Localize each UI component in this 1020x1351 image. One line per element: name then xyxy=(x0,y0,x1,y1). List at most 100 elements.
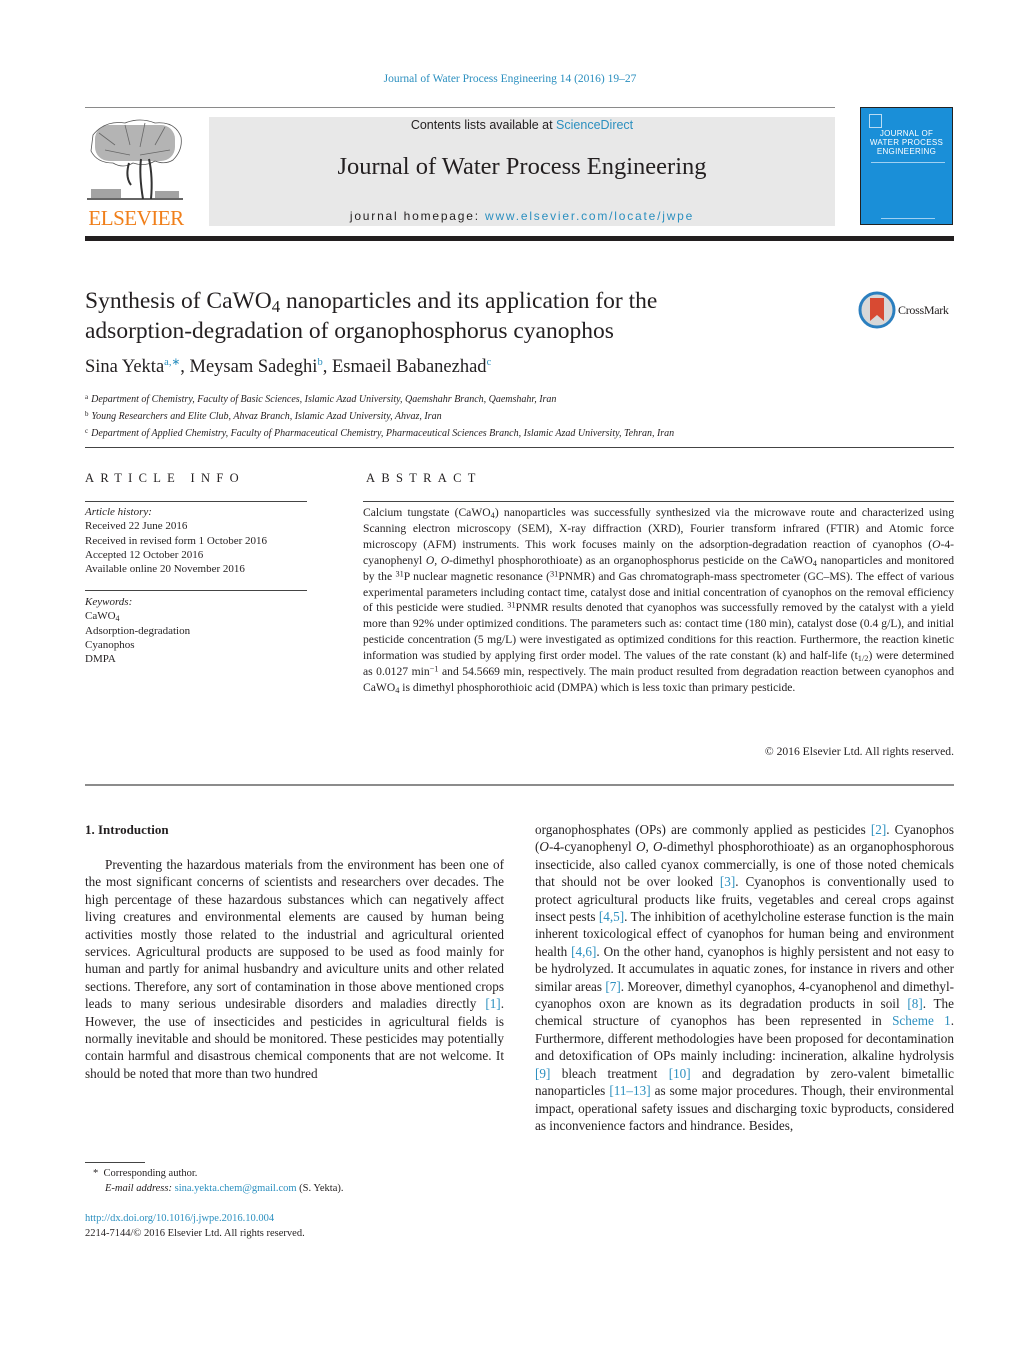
citation-link[interactable]: [7] xyxy=(605,979,620,994)
cover-title-line: WATER PROCESS xyxy=(869,138,944,147)
keyword-item: DMPA xyxy=(85,653,116,666)
scheme-link[interactable]: Scheme 1 xyxy=(892,1013,951,1028)
section-heading-introduction: 1. Introduction xyxy=(85,822,169,837)
citation-link[interactable]: [1] xyxy=(485,996,500,1011)
author-name: Meysam Sadeghi xyxy=(189,357,318,377)
citation-link[interactable]: [3] xyxy=(720,874,735,889)
keyword-list: Keywords: CaWO4 Adsorption-degradation C… xyxy=(85,595,190,666)
author-name: Sina Yekta xyxy=(85,357,165,377)
cover-title: JOURNAL OF WATER PROCESS ENGINEERING xyxy=(861,129,952,156)
elsevier-tree-icon xyxy=(87,119,183,200)
title-text: nanoparticles and its application for th… xyxy=(280,288,658,314)
abstract-text: Calcium tungstate (CaWO xyxy=(363,506,491,519)
cover-title-line: JOURNAL OF xyxy=(879,129,934,138)
abstract-divider xyxy=(363,501,954,502)
cover-title-line: ENGINEERING xyxy=(876,147,937,156)
affiliation-text: Department of Chemistry, Faculty of Basi… xyxy=(91,394,557,405)
journal-masthead: Contents lists available at ScienceDirec… xyxy=(209,117,835,226)
affiliation-key: a xyxy=(85,393,89,401)
superscript: 31 xyxy=(507,600,516,610)
cover-divider xyxy=(881,218,935,219)
abstract-italic: O, O xyxy=(425,553,450,567)
affiliation-key: b xyxy=(85,410,89,418)
title-divider xyxy=(85,447,954,448)
author-affiliation-marker[interactable]: c xyxy=(487,357,492,368)
article-info-divider xyxy=(85,590,307,591)
contents-availability: Contents lists available at ScienceDirec… xyxy=(209,118,835,132)
crossmark-icon xyxy=(858,291,896,329)
body-column-right: organophosphates (OPs) are commonly appl… xyxy=(535,821,954,1134)
affiliation-text: Department of Applied Chemistry, Faculty… xyxy=(91,428,675,439)
affiliation-text: Young Researchers and Elite Club, Ahvaz … xyxy=(91,411,442,422)
homepage-link[interactable]: www.elsevier.com/locate/jwpe xyxy=(485,209,694,223)
abstract-heading: ABSTRACT xyxy=(366,471,482,485)
superscript: −1 xyxy=(429,664,439,674)
journal-homepage: journal homepage: www.elsevier.com/locat… xyxy=(209,209,835,223)
keyword-item: Cyanophos xyxy=(85,638,135,651)
abstract-text: is dimethyl phosphorothioic acid (DMPA) … xyxy=(399,680,796,694)
email-link[interactable]: sina.yekta.chem@gmail.com xyxy=(175,1183,297,1194)
journal-name: Journal of Water Process Engineering xyxy=(337,153,707,180)
body-column-left: Preventing the hazardous materials from … xyxy=(85,856,504,1082)
article-title: Synthesis of CaWO4 nanoparticles and its… xyxy=(85,286,825,346)
citation-link[interactable]: [2] xyxy=(871,822,886,837)
keywords-label: Keywords: xyxy=(85,596,133,608)
crossmark-label: CrossMark xyxy=(898,303,949,317)
email-label: E-mail address: xyxy=(105,1182,172,1194)
homepage-prefix: journal homepage: xyxy=(349,209,485,223)
article-info-heading: ARTICLE INFO xyxy=(85,471,245,485)
corresponding-author-footnote: * Corresponding author. E-mail address: … xyxy=(93,1167,344,1196)
citation-link[interactable]: [4,5] xyxy=(599,909,624,924)
footnote-marker: * xyxy=(93,1168,99,1179)
title-subscript: 4 xyxy=(271,297,281,317)
citation-link[interactable]: [4,6] xyxy=(571,944,596,959)
abstract-copyright: © 2016 Elsevier Ltd. All rights reserved… xyxy=(764,745,954,758)
citation-link[interactable]: [10] xyxy=(669,1066,691,1081)
contents-prefix: Contents lists available at xyxy=(410,118,557,132)
affiliation-item: c Department of Applied Chemistry, Facult… xyxy=(85,424,674,441)
paragraph-text: Preventing the hazardous materials from … xyxy=(85,857,504,1012)
masthead-top-rule xyxy=(85,107,835,108)
keyword-item: CaWO4 xyxy=(85,609,190,623)
footnote-text: (S. Yekta). xyxy=(296,1182,344,1194)
footnote-text: Corresponding author. xyxy=(103,1168,198,1179)
affiliation-item: a Department of Chemistry, Faculty of Bas… xyxy=(85,390,674,407)
running-header-citation[interactable]: Journal of Water Process Engineering 14 … xyxy=(0,73,1020,85)
sciencedirect-link[interactable]: ScienceDirect xyxy=(556,118,633,132)
history-item: Accepted 12 October 2016 xyxy=(85,548,204,561)
affiliation-list: a Department of Chemistry, Faculty of Bas… xyxy=(85,390,674,441)
doi-link[interactable]: http://dx.doi.org/10.1016/j.jwpe.2016.10… xyxy=(85,1211,305,1226)
title-text: Synthesis of CaWO xyxy=(85,288,272,314)
citation-link[interactable]: [9] xyxy=(535,1066,550,1081)
footnote-divider xyxy=(85,1162,145,1163)
paragraph-italic: O, O xyxy=(635,839,663,855)
masthead-thick-rule xyxy=(85,236,954,241)
cover-logo-icon xyxy=(869,114,882,128)
subscript: 1/2 xyxy=(857,654,869,664)
abstract-text: -dimethyl phosphorothioate) as an organo… xyxy=(449,553,813,567)
author-list: Sina Yektaa,∗, Meysam Sadeghib, Esmaeil … xyxy=(85,357,492,377)
keyword-text: CaWO xyxy=(85,610,116,623)
citation-link[interactable]: [8] xyxy=(907,996,922,1011)
paragraph-text: bleach treatment xyxy=(550,1065,669,1081)
citation-link[interactable]: [11–13] xyxy=(609,1083,650,1098)
cover-divider xyxy=(871,162,945,163)
author-affiliation-marker[interactable]: b xyxy=(317,357,322,368)
history-item: Available online 20 November 2016 xyxy=(85,563,245,576)
footnote-line: * Corresponding author. xyxy=(93,1167,344,1182)
author-affiliation-marker[interactable]: a,∗ xyxy=(164,357,180,368)
abstract-bottom-divider xyxy=(85,784,954,786)
elsevier-logo[interactable]: ELSEVIER xyxy=(85,115,187,230)
title-text: adsorption-degradation of organophosphor… xyxy=(85,318,614,344)
doi-block: http://dx.doi.org/10.1016/j.jwpe.2016.10… xyxy=(85,1211,305,1241)
journal-cover-thumbnail[interactable]: JOURNAL OF WATER PROCESS ENGINEERING xyxy=(860,107,953,225)
elsevier-wordmark: ELSEVIER xyxy=(88,206,184,230)
paragraph-text: organophosphates (OPs) are commonly appl… xyxy=(535,822,871,837)
paragraph-text: -4-cyanophenyl xyxy=(548,839,636,855)
affiliation-item: b Young Researchers and Elite Club, Ahvaz… xyxy=(85,407,674,424)
crossmark-button[interactable]: CrossMark xyxy=(858,291,958,331)
history-item: Received in revised form 1 October 2016 xyxy=(85,534,268,547)
keyword-subscript: 4 xyxy=(115,614,120,624)
footnote-line: E-mail address: sina.yekta.chem@gmail.co… xyxy=(93,1182,344,1197)
abstract-body: Calcium tungstate (CaWO4) nanoparticles … xyxy=(363,505,954,696)
